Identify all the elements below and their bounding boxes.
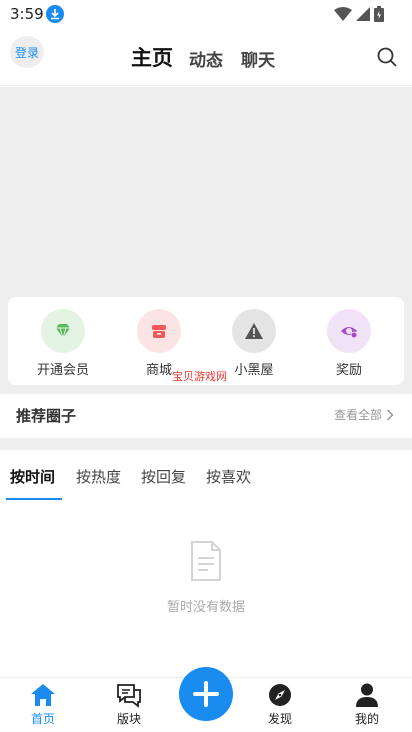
nav-forum[interactable]: 版块 <box>99 682 159 727</box>
tab-chat[interactable]: 聊天 <box>241 46 275 71</box>
sort-tab-hot[interactable]: 按热度 <box>76 466 121 487</box>
reward-icon <box>327 309 371 353</box>
status-bar: 3:59 <box>0 0 412 28</box>
quick-item-label: 小黑屋 <box>234 363 274 378</box>
banner-area[interactable] <box>0 87 412 295</box>
chevron-right-icon <box>386 408 394 421</box>
signal-icon <box>356 7 370 21</box>
view-all-link[interactable]: 查看全部 <box>334 406 394 423</box>
quick-item-reward[interactable]: 奖励 <box>314 309 384 378</box>
forum-icon <box>115 682 143 708</box>
active-tab-indicator <box>6 498 62 500</box>
tab-home[interactable]: 主页 <box>131 42 173 72</box>
diamond-icon <box>41 309 85 353</box>
quick-item-label: 奖励 <box>335 363 362 378</box>
battery-icon <box>374 6 384 22</box>
user-icon <box>353 682 381 708</box>
nav-me[interactable]: 我的 <box>337 682 397 727</box>
home-icon <box>29 682 57 708</box>
sort-tab-like[interactable]: 按喜欢 <box>206 466 251 487</box>
nav-label: 首页 <box>30 712 55 726</box>
system-icons <box>334 6 384 22</box>
empty-text: 暂时没有数据 <box>166 600 245 615</box>
nav-label: 版块 <box>116 712 141 726</box>
search-icon[interactable] <box>376 46 398 68</box>
quick-item-blackroom[interactable]: 小黑屋 <box>219 309 289 378</box>
download-icon <box>46 5 64 23</box>
warning-icon <box>232 309 276 353</box>
nav-label: 我的 <box>354 712 379 726</box>
tab-feed[interactable]: 动态 <box>189 46 223 71</box>
nav-label: 发现 <box>267 712 292 726</box>
nav-home[interactable]: 首页 <box>13 682 73 727</box>
nav-discover[interactable]: 发现 <box>250 682 310 727</box>
sort-tab-reply[interactable]: 按回复 <box>141 466 186 487</box>
shop-icon <box>137 309 181 353</box>
create-post-button[interactable] <box>179 667 233 721</box>
app-header: 登录 主页 动态 聊天 <box>0 28 412 86</box>
status-time: 3:59 <box>10 5 44 23</box>
plus-icon <box>193 681 219 707</box>
post-list-section: 按时间 按热度 按回复 按喜欢 暂时没有数据 <box>0 450 412 677</box>
document-icon <box>186 540 226 582</box>
top-tabs: 主页 动态 聊天 <box>0 42 412 72</box>
quick-item-membership[interactable]: 开通会员 <box>28 309 98 378</box>
sort-tab-time[interactable]: 按时间 <box>10 466 55 487</box>
section-title: 推荐圈子 <box>16 407 77 425</box>
quick-item-label: 开通会员 <box>36 363 89 378</box>
wifi-icon <box>334 7 352 21</box>
view-all-label: 查看全部 <box>333 408 382 422</box>
compass-icon <box>266 682 294 708</box>
watermark-text: 宝贝游戏网 <box>172 370 227 383</box>
empty-state: 暂时没有数据 <box>0 540 412 615</box>
recommended-section: 推荐圈子 查看全部 <box>0 394 412 438</box>
